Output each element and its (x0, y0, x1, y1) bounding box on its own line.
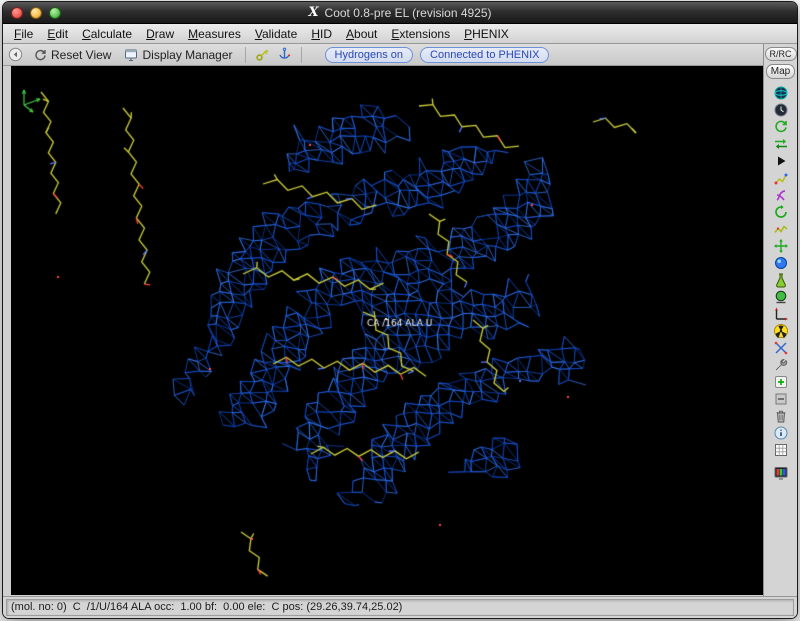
display-manager-button[interactable]: Display Manager (121, 48, 235, 62)
coot-window: X Coot 0.8-pre EL (revision 4925) FileEd… (2, 1, 798, 619)
titlebar[interactable]: X Coot 0.8-pre EL (revision 4925) (3, 2, 797, 24)
right-toolbar: R/RC Map (763, 44, 797, 596)
add-box-icon[interactable] (769, 373, 793, 390)
menu-extensions[interactable]: Extensions (384, 27, 457, 41)
blue-anchor-icon[interactable] (277, 47, 292, 62)
axes-icon[interactable] (769, 305, 793, 322)
toolbar-overflow-button[interactable] (8, 47, 23, 62)
minimize-button[interactable] (30, 7, 42, 19)
toolbar: Reset View Display Manager Hydrogens on … (3, 44, 763, 66)
menu-calculate[interactable]: Calculate (75, 27, 139, 41)
flask-icon[interactable] (769, 271, 793, 288)
menu-measures[interactable]: Measures (181, 27, 248, 41)
menu-file[interactable]: File (7, 27, 40, 41)
statusbar: (mol. no: 0) C /1/U/164 ALA occ: 1.00 bf… (3, 596, 797, 618)
crossed-arrows-icon[interactable] (769, 339, 793, 356)
toolbar-separator (301, 47, 302, 63)
grid-icon[interactable] (769, 441, 793, 458)
green-sphere-icon[interactable] (769, 288, 793, 305)
reset-view-label: Reset View (51, 48, 111, 62)
zigzag-model-icon[interactable] (769, 220, 793, 237)
radiation-icon[interactable] (769, 322, 793, 339)
wrench-icon[interactable] (769, 356, 793, 373)
refresh-icon[interactable] (769, 118, 793, 135)
reset-view-button[interactable]: Reset View (30, 48, 114, 62)
clock-icon[interactable] (769, 101, 793, 118)
window-controls (11, 7, 61, 19)
phenix-status-button[interactable]: Connected to PHENIX (420, 47, 549, 63)
move-axes-icon[interactable] (769, 237, 793, 254)
rotate-icon[interactable] (769, 203, 793, 220)
gl-canvas[interactable] (11, 66, 763, 595)
menu-draw[interactable]: Draw (139, 27, 181, 41)
ribbon-icon[interactable] (769, 186, 793, 203)
right-toolbar-icons (769, 84, 793, 481)
molecule-sticks-icon[interactable] (769, 169, 793, 186)
close-button[interactable] (11, 7, 23, 19)
hydrogens-toggle[interactable]: Hydrogens on (325, 47, 414, 63)
rgb-display-icon[interactable] (769, 464, 793, 481)
menu-edit[interactable]: Edit (40, 27, 75, 41)
canvas-area (3, 66, 763, 596)
swap-arrows-icon[interactable] (769, 135, 793, 152)
status-text: (mol. no: 0) C /1/U/164 ALA occ: 1.00 bf… (6, 599, 794, 616)
menu-hid[interactable]: HID (304, 27, 339, 41)
menu-validate[interactable]: Validate (248, 27, 305, 41)
blue-sphere-icon[interactable] (769, 254, 793, 271)
map-button[interactable]: Map (766, 64, 795, 79)
content: Reset View Display Manager Hydrogens on … (3, 44, 797, 596)
menubar: FileEditCalculateDrawMeasuresValidateHID… (3, 24, 797, 44)
reset-view-icon (33, 48, 47, 62)
play-icon[interactable] (769, 152, 793, 169)
info-icon[interactable] (769, 424, 793, 441)
display-manager-icon (124, 48, 138, 62)
toolbar-separator (245, 47, 246, 63)
window-title-text: Coot 0.8-pre EL (revision 4925) (325, 6, 492, 20)
menu-about[interactable]: About (339, 27, 384, 41)
rrc-button[interactable]: R/RC (765, 47, 797, 61)
menu-phenix[interactable]: PHENIX (457, 27, 516, 41)
display-manager-label: Display Manager (142, 48, 232, 62)
yellow-key-icon[interactable] (255, 47, 270, 62)
zoom-button[interactable] (49, 7, 61, 19)
x11-icon: X (308, 5, 318, 20)
left-column: Reset View Display Manager Hydrogens on … (3, 44, 763, 596)
window-title: X Coot 0.8-pre EL (revision 4925) (308, 5, 491, 20)
gray-box-icon[interactable] (769, 390, 793, 407)
globe-icon[interactable] (769, 84, 793, 101)
trash-icon[interactable] (769, 407, 793, 424)
